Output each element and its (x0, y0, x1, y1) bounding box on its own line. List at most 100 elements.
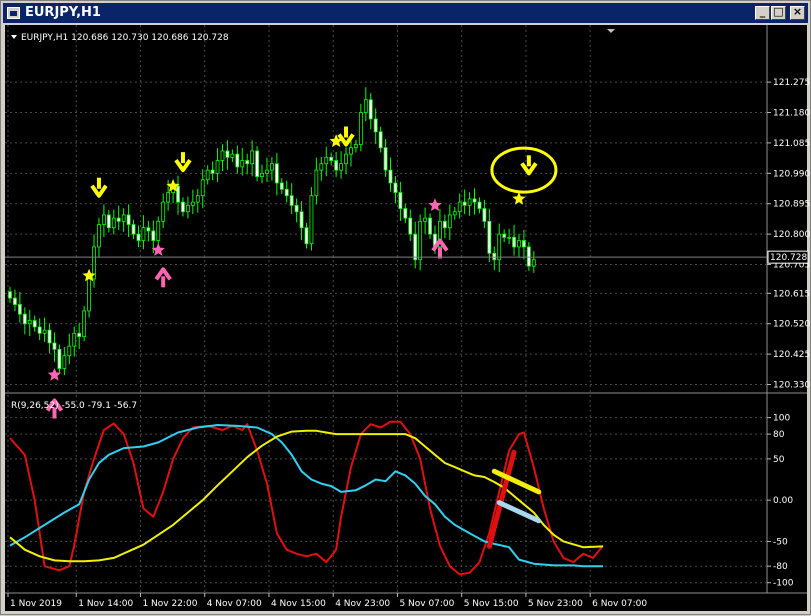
candle-body (383, 147, 388, 171)
candle-body (27, 320, 32, 325)
candle-body (230, 153, 235, 158)
candle-body (87, 278, 91, 312)
time-tick-label: 4 Nov 07:00 (207, 599, 262, 609)
time-tick-label: 4 Nov 23:00 (335, 599, 390, 609)
candle-body (131, 224, 136, 235)
candle-body (309, 195, 314, 245)
candle-body (403, 208, 408, 219)
candle-body (378, 131, 383, 149)
price-tick-label: 121.085 (773, 139, 810, 149)
candle-body (408, 217, 413, 235)
time-tick-label: 5 Nov 07:00 (399, 599, 454, 609)
candle-body (57, 348, 62, 369)
price-tick-label: 120.330 (773, 381, 810, 391)
candle-body (72, 332, 77, 347)
candle-body (447, 214, 452, 229)
candle-body (270, 163, 274, 171)
price-tick-label: 120.615 (773, 289, 810, 299)
candle-body (156, 220, 161, 241)
candle-body (255, 150, 259, 177)
osc-tick-label: -50 (773, 537, 788, 547)
candle-body (250, 150, 255, 165)
candle-body (344, 153, 348, 165)
arrow-down-icon (344, 126, 349, 138)
candle-body (111, 217, 116, 229)
candle-body (477, 201, 482, 209)
oscillator-header: R(9,26,52) -55.0 -79.1 -56.7 (11, 401, 137, 411)
candle-body (512, 236, 516, 248)
candle-body (245, 160, 250, 165)
candle-body (121, 214, 126, 222)
time-tick-label: 5 Nov 15:00 (464, 599, 519, 609)
candle-body (373, 118, 378, 133)
candle-body (82, 310, 87, 337)
candle-body (235, 153, 240, 168)
candle-body (17, 304, 22, 315)
candle-body (62, 355, 67, 369)
candle-body (398, 192, 403, 209)
candle-body (205, 169, 210, 181)
price-tick-label: 120.425 (773, 350, 810, 360)
time-tick-label: 5 Nov 23:00 (528, 599, 583, 609)
candle-body (166, 192, 171, 203)
candle-body (482, 208, 487, 222)
candle-body (101, 214, 106, 225)
candle-body (472, 198, 477, 203)
candle-body (32, 320, 37, 328)
candle-body (116, 217, 121, 222)
candle-body (526, 246, 531, 267)
candle-body (52, 342, 57, 350)
time-tick-label: 6 Nov 07:00 (592, 599, 647, 609)
candle-body (363, 99, 368, 113)
candle-body (47, 329, 52, 344)
price-header: EURJPY,H1 120.686 120.730 120.686 120.72… (21, 33, 229, 43)
candle-body (393, 182, 398, 193)
candle-body (423, 217, 428, 222)
candle-body (141, 227, 146, 241)
price-tick-label: 120.520 (773, 320, 810, 330)
osc-tick-label: -80 (773, 562, 788, 572)
candle-body (176, 185, 180, 203)
candle-body (349, 147, 353, 155)
arrow-up-icon (161, 276, 166, 288)
candle-body (146, 227, 151, 232)
candle-body (314, 169, 319, 197)
candle-body (304, 227, 309, 245)
osc-tick-label: 50 (773, 455, 785, 465)
candle-body (22, 313, 27, 325)
candle-body (329, 156, 334, 161)
price-tick-label: 120.990 (773, 169, 810, 179)
candle-body (467, 198, 472, 206)
candle-body (106, 214, 111, 229)
candle-body (279, 182, 284, 190)
candle-body (77, 332, 82, 337)
candle-body (428, 217, 432, 235)
candle-body (151, 230, 156, 241)
time-tick-label: 1 Nov 14:00 (78, 599, 133, 609)
candle-body (442, 220, 447, 229)
osc-tick-label: 100 (773, 414, 790, 424)
price-tick-label: 121.275 (773, 78, 810, 88)
price-tick-label: 120.895 (773, 200, 810, 210)
candle-body (274, 163, 279, 184)
chart-area[interactable]: 121.275 121.180 121.085 120.990 120.895 120.8… (1, 1, 811, 616)
candle-body (289, 195, 294, 206)
arrow-down-icon (526, 155, 531, 167)
candle-body (462, 201, 467, 206)
candle-body (358, 112, 363, 145)
candle-body (284, 188, 289, 197)
candle-body (42, 329, 47, 334)
candle-body (67, 345, 72, 357)
osc-tick-label: -100 (773, 579, 794, 589)
terminal-window: EURJPY,H1 _ □ × 121.275 121.180 121.085 120… (0, 0, 811, 615)
price-tick-label: 121.180 (773, 109, 810, 119)
candle-body (487, 220, 492, 254)
candle-body (388, 169, 393, 184)
candle-body (220, 150, 225, 161)
candle-body (13, 297, 17, 305)
candle-body (531, 259, 536, 267)
candle-body (452, 211, 457, 216)
arrow-down-icon (180, 152, 185, 164)
candle-body (260, 172, 264, 177)
candle-body (181, 201, 185, 213)
